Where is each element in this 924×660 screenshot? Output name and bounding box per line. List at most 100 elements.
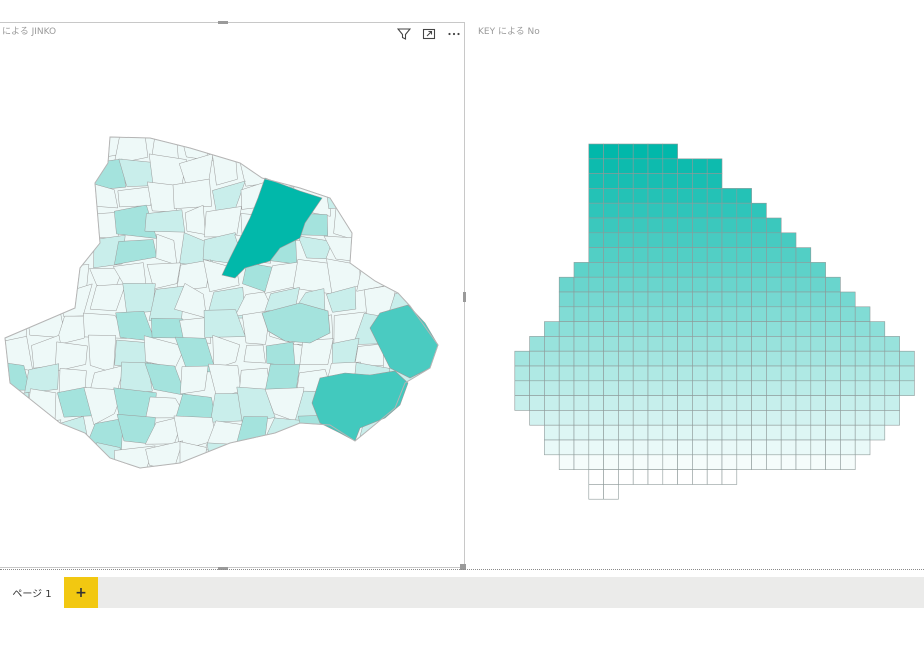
grid-tile[interactable] (736, 217, 752, 234)
map-district[interactable] (0, 439, 35, 471)
grid-tile[interactable] (751, 424, 767, 441)
grid-tile[interactable] (721, 217, 738, 234)
grid-tile[interactable] (677, 454, 693, 470)
grid-tile[interactable] (751, 336, 767, 352)
grid-tile[interactable] (603, 217, 619, 234)
grid-tile[interactable] (603, 350, 619, 367)
grid-tile[interactable] (766, 350, 782, 367)
grid-tile[interactable] (632, 350, 649, 367)
grid-tile[interactable] (588, 350, 604, 367)
grid-tile[interactable] (780, 291, 797, 308)
grid-tile[interactable] (795, 276, 812, 293)
grid-tile[interactable] (662, 380, 678, 396)
filled-map[interactable] (0, 23, 465, 569)
grid-tile[interactable] (632, 469, 649, 485)
grid-tile[interactable] (647, 217, 664, 234)
grid-tile[interactable] (721, 336, 738, 352)
grid-tile[interactable] (736, 395, 752, 411)
map-district[interactable] (296, 156, 331, 185)
grid-tile[interactable] (736, 232, 752, 248)
grid-tile[interactable] (677, 202, 693, 219)
grid-tile[interactable] (603, 484, 619, 500)
grid-tile[interactable] (825, 336, 841, 352)
map-district[interactable] (235, 465, 276, 503)
grid-tile[interactable] (618, 217, 634, 234)
grid-tile[interactable] (706, 321, 723, 337)
grid-tile[interactable] (588, 173, 604, 189)
grid-tile[interactable] (899, 380, 915, 396)
grid-tile[interactable] (795, 336, 812, 352)
grid-tile[interactable] (795, 424, 812, 441)
map-district[interactable] (421, 285, 454, 319)
grid-tile[interactable] (854, 365, 871, 382)
grid-tile[interactable] (810, 454, 826, 470)
grid-tile[interactable] (647, 262, 664, 278)
grid-tile[interactable] (810, 262, 826, 278)
grid-tile[interactable] (677, 439, 693, 456)
grid-tile[interactable] (544, 321, 560, 337)
grid-tile[interactable] (618, 276, 634, 293)
map-district[interactable] (84, 158, 126, 191)
map-district[interactable] (61, 236, 87, 266)
grid-tile[interactable] (677, 350, 693, 367)
grid-tile[interactable] (810, 306, 826, 322)
grid-tile[interactable] (573, 380, 590, 396)
grid-tile[interactable] (662, 143, 678, 160)
grid-tile[interactable] (766, 454, 782, 470)
map-district[interactable] (0, 282, 29, 320)
grid-tile[interactable] (544, 439, 560, 456)
grid-tile[interactable] (544, 410, 560, 426)
grid-tile[interactable] (706, 380, 723, 396)
grid-tile[interactable] (647, 202, 664, 219)
grid-tile[interactable] (810, 365, 826, 382)
grid-tile[interactable] (647, 410, 664, 426)
map-district[interactable] (354, 444, 397, 468)
grid-tile[interactable] (721, 202, 738, 219)
grid-tile[interactable] (603, 454, 619, 470)
grid-tile[interactable] (706, 247, 723, 263)
grid-tile[interactable] (603, 380, 619, 396)
grid-tile[interactable] (632, 439, 649, 456)
map-district[interactable] (386, 184, 426, 211)
grid-tile[interactable] (662, 262, 678, 278)
grid-tile[interactable] (810, 424, 826, 441)
grid-tile[interactable] (780, 365, 797, 382)
grid-tile[interactable] (588, 276, 604, 293)
grid-tile[interactable] (692, 291, 708, 308)
map-district[interactable] (353, 137, 387, 154)
map-district[interactable] (85, 132, 122, 159)
grid-tile[interactable] (662, 247, 678, 263)
grid-tile[interactable] (766, 395, 782, 411)
grid-tile[interactable] (840, 410, 856, 426)
grid-tile[interactable] (840, 424, 856, 441)
grid-tile[interactable] (692, 469, 708, 485)
map-district[interactable] (326, 438, 364, 468)
grid-tile[interactable] (854, 395, 871, 411)
map-district[interactable] (301, 474, 337, 500)
grid-tile[interactable] (795, 395, 812, 411)
map-district[interactable] (332, 467, 365, 497)
grid-tile[interactable] (662, 424, 678, 441)
grid-tile[interactable] (795, 321, 812, 337)
grid-tile[interactable] (899, 350, 915, 367)
grid-tile[interactable] (766, 262, 782, 278)
grid-tile[interactable] (869, 336, 886, 352)
grid-tile[interactable] (795, 454, 812, 470)
grid-tile[interactable] (721, 395, 738, 411)
grid-tile[interactable] (618, 158, 634, 174)
grid-tile[interactable] (736, 410, 752, 426)
grid-tile[interactable] (588, 395, 604, 411)
grid-tile[interactable] (751, 410, 767, 426)
grid-tile[interactable] (706, 395, 723, 411)
grid-tile[interactable] (514, 365, 530, 382)
map-district[interactable] (0, 265, 34, 294)
grid-tile[interactable] (632, 202, 649, 219)
map-district[interactable] (414, 207, 446, 235)
grid-tile[interactable] (588, 247, 604, 263)
grid-tile[interactable] (884, 350, 900, 367)
grid-tile[interactable] (588, 410, 604, 426)
grid-tile[interactable] (588, 262, 604, 278)
grid-tile[interactable] (825, 395, 841, 411)
grid-tile[interactable] (544, 350, 560, 367)
grid-tile[interactable] (766, 365, 782, 382)
